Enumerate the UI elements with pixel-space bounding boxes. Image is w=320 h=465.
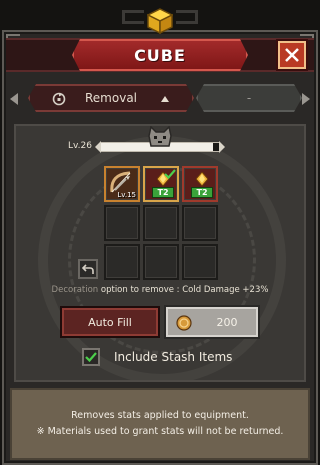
gem-icon <box>196 172 208 187</box>
title-plate: CUBE <box>72 39 248 71</box>
swap-icon <box>52 92 66 106</box>
material-tier-badge: T2 <box>191 187 213 198</box>
material-slot-2[interactable]: T2 <box>182 166 218 202</box>
prev-mode-arrow-icon[interactable] <box>10 93 18 105</box>
window-title: CUBE <box>134 45 186 65</box>
mode-dropdown[interactable]: Removal <box>28 84 194 112</box>
mode-selected-label: Removal <box>85 91 138 105</box>
coin-icon <box>176 315 192 331</box>
caret-up-icon <box>161 96 169 102</box>
undo-icon <box>82 264 94 274</box>
undo-button[interactable] <box>78 259 98 279</box>
execute-cost-button[interactable]: 200 <box>166 307 258 337</box>
empty-slot[interactable] <box>143 244 179 280</box>
level-label: Lv.26 <box>68 141 92 151</box>
info-box: Removes stats applied to equipment. ※ Ma… <box>10 388 310 460</box>
stash-checkbox[interactable] <box>82 348 100 366</box>
material-tier-badge: T2 <box>152 187 174 198</box>
level-bar-cap-left <box>95 141 101 153</box>
next-mode-arrow-icon[interactable] <box>302 93 310 105</box>
empty-slot[interactable] <box>104 244 140 280</box>
level-bar-cap-right <box>219 141 225 153</box>
checkmark-icon <box>85 352 97 362</box>
empty-slot[interactable] <box>104 205 140 241</box>
info-line-1: Removes stats applied to equipment. <box>71 410 249 421</box>
empty-slot[interactable] <box>182 244 218 280</box>
info-line-2: ※ Materials used to grant stats will not… <box>36 426 284 437</box>
stash-label: Include Stash Items <box>114 350 233 364</box>
decoration-name: Decoration <box>51 285 99 295</box>
mode-secondary-field[interactable]: - <box>196 84 302 112</box>
empty-slot[interactable] <box>143 205 179 241</box>
emblem-decoration-left <box>122 10 144 24</box>
material-slot-1[interactable]: T2 <box>143 166 179 202</box>
mode-selector: Removal - <box>10 84 310 114</box>
equipment-level-label: Lv.15 <box>117 191 136 199</box>
cube-emblem <box>122 0 198 40</box>
close-icon <box>285 48 299 62</box>
cost-value: 200 <box>216 316 238 329</box>
cube-icon <box>147 8 173 34</box>
equipment-slot[interactable]: Lv.15 <box>104 166 140 202</box>
cat-icon <box>148 126 172 147</box>
auto-fill-button[interactable]: Auto Fill <box>62 308 158 336</box>
emblem-decoration-right <box>176 10 198 24</box>
include-stash-toggle[interactable]: Include Stash Items <box>82 348 232 366</box>
decoration-option-text: option to remove : Cold Damage +23% <box>100 285 269 295</box>
empty-slot[interactable] <box>182 205 218 241</box>
close-button[interactable] <box>278 41 306 69</box>
checkmark-icon <box>164 169 176 179</box>
decoration-description: Decoration option to remove : Cold Damag… <box>0 285 320 295</box>
